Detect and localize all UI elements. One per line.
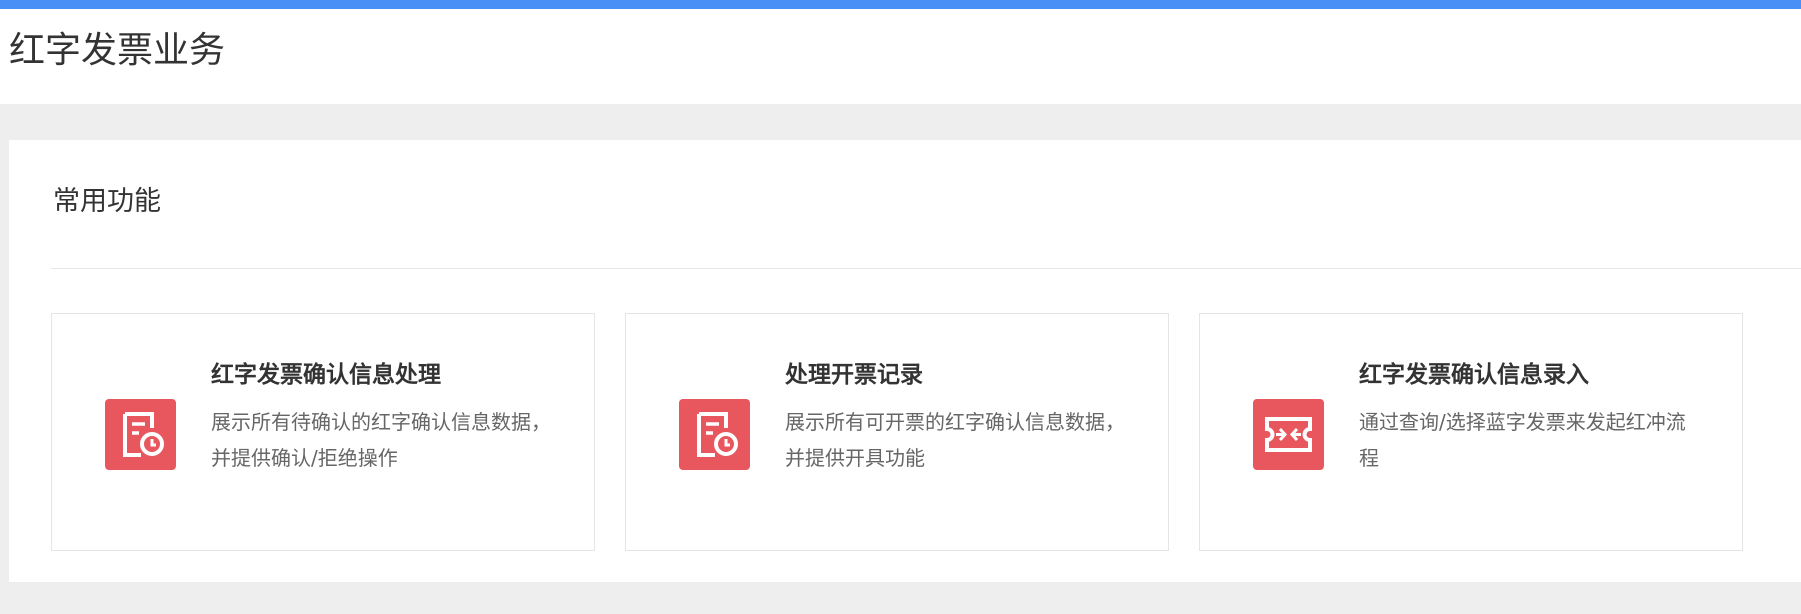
ticket-arrows-icon [1253,399,1324,470]
page-header: 红字发票业务 [0,9,1801,104]
card-red-invoice-confirmation-entry[interactable]: 红字发票确认信息录入 通过查询/选择蓝字发票来发起红冲流程 [1199,313,1743,551]
document-clock-icon [105,399,176,470]
card-description: 通过查询/选择蓝字发票来发起红冲流程 [1359,410,1686,470]
card-description: 展示所有可开票的红字确认信息数据，并提供开具功能 [785,410,1125,470]
document-clock-icon [679,399,750,470]
card-red-invoice-confirmation-processing[interactable]: 红字发票确认信息处理 展示所有待确认的红字确认信息数据，并提供确认/拒绝操作 [51,313,595,551]
page-title: 红字发票业务 [9,30,226,71]
section-title: 常用功能 [53,186,161,217]
section-divider [51,268,1801,269]
card-description: 展示所有待确认的红字确认信息数据，并提供确认/拒绝操作 [211,410,551,470]
top-accent-bar [0,0,1801,9]
common-functions-panel: 常用功能 红字发票确认信息处理 展示所有待确认的红字确认信息数据，并提供确认/拒… [9,140,1801,582]
card-title: 处理开票记录 [785,362,923,388]
card-title: 红字发票确认信息录入 [1359,362,1589,388]
card-title: 红字发票确认信息处理 [211,362,441,388]
card-process-invoicing-records[interactable]: 处理开票记录 展示所有可开票的红字确认信息数据，并提供开具功能 [625,313,1169,551]
